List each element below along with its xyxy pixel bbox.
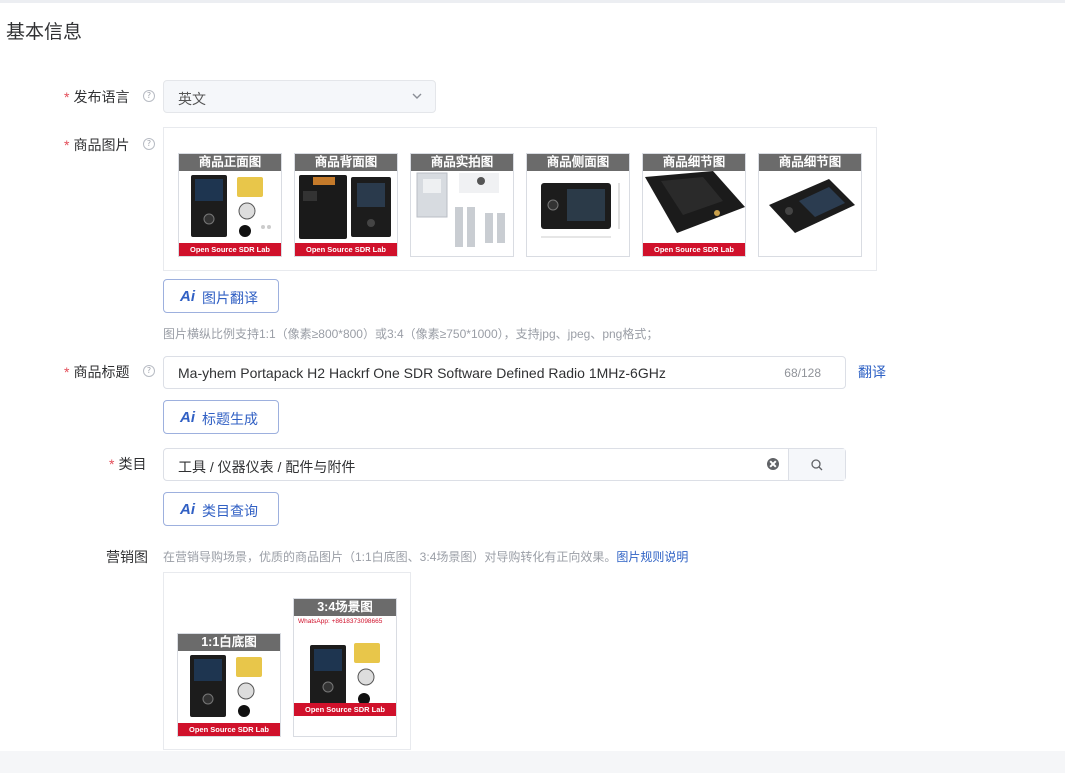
brand-banner-text: Open Source SDR Lab — [653, 245, 734, 254]
images-label: * 商品图片 — [64, 137, 130, 153]
device-photo — [190, 655, 262, 717]
chevron-down-icon — [412, 93, 422, 99]
parts-photo — [416, 172, 505, 247]
brand-banner-text: Open Source SDR Lab — [304, 705, 385, 714]
required-mark: * — [109, 456, 115, 472]
button-label: 标题生成 — [202, 411, 258, 427]
product-image-thumb[interactable]: 商品细节图 — [758, 153, 862, 257]
image-caption: 商品实拍图 — [430, 155, 494, 169]
bottom-divider — [0, 751, 1065, 773]
product-image-gallery: 商品正面图 Open Source SDR Lab 商品背面图 Open Sou… — [163, 127, 877, 271]
brand-banner-text: Open Source SDR Lab — [189, 245, 270, 254]
language-label: * 发布语言 — [64, 89, 130, 105]
category-value: 工具 / 仪器仪表 / 配件与附件 — [178, 459, 356, 475]
section-title: 基本信息 — [6, 22, 83, 43]
product-image-thumb[interactable]: 商品实拍图 — [410, 153, 514, 257]
language-select[interactable]: 英文 — [163, 80, 436, 113]
marketing-image-scene[interactable]: WhatsApp: +8618373098665 3:4场景图 Open Sou… — [293, 598, 397, 737]
image-caption: 商品细节图 — [662, 155, 726, 169]
button-label: 类目查询 — [202, 503, 258, 519]
ai-icon: Ai — [180, 409, 195, 426]
required-mark: * — [64, 137, 70, 153]
image-caption: 商品细节图 — [778, 155, 842, 169]
help-icon[interactable]: ? — [143, 365, 155, 377]
brand-banner-text: Open Source SDR Lab — [305, 245, 386, 254]
ai-icon: Ai — [180, 501, 195, 518]
image-translate-button[interactable]: Ai 图片翻译 — [163, 279, 279, 313]
help-icon[interactable]: ? — [143, 90, 155, 102]
category-query-button[interactable]: Ai 类目查询 — [163, 492, 279, 526]
marketing-label: 营销图 — [106, 549, 148, 565]
category-search-button[interactable] — [788, 449, 845, 480]
top-divider — [0, 0, 1065, 3]
image-caption: 商品侧面图 — [546, 155, 610, 169]
image-caption: 3:4场景图 — [317, 600, 373, 614]
button-label: 图片翻译 — [202, 290, 258, 306]
device-photo — [769, 179, 855, 233]
contact-text: WhatsApp: +8618373098665 — [298, 618, 383, 625]
image-format-hint: 图片横纵比例支持1:1（像素≥800*800）或3:4（像素≥750*1000）… — [163, 327, 659, 341]
marketing-image-white[interactable]: 1:1白底图 Open Source SDR Lab — [177, 633, 281, 737]
title-value: Ma-yhem Portapack H2 Hackrf One SDR Soft… — [178, 365, 666, 381]
language-value: 英文 — [178, 91, 206, 107]
required-mark: * — [64, 364, 70, 380]
device-photo — [191, 175, 271, 237]
marketing-image-gallery: 1:1白底图 Open Source SDR Lab WhatsApp: +86… — [163, 572, 411, 750]
marketing-hint: 在营销导购场景，优质的商品图片（1:1白底图、3:4场景图）对导购转化有正向效果… — [163, 550, 689, 564]
device-photo — [541, 183, 620, 238]
image-caption: 商品背面图 — [314, 155, 378, 169]
clear-icon[interactable] — [767, 458, 779, 470]
title-generate-button[interactable]: Ai 标题生成 — [163, 400, 279, 434]
product-image-thumb[interactable]: 商品背面图 Open Source SDR Lab — [294, 153, 398, 257]
required-mark: * — [64, 89, 70, 105]
category-label: * 类目 — [109, 456, 147, 472]
image-caption: 商品正面图 — [198, 155, 262, 169]
char-counter: 68/128 — [784, 366, 821, 380]
title-input[interactable]: Ma-yhem Portapack H2 Hackrf One SDR Soft… — [163, 356, 846, 389]
ai-icon: Ai — [180, 288, 195, 305]
product-image-thumb[interactable]: 商品细节图 Open Source SDR Lab — [642, 153, 746, 257]
search-icon — [811, 459, 823, 471]
image-rules-link[interactable]: 图片规则说明 — [616, 550, 688, 564]
device-photo — [299, 175, 391, 239]
category-input[interactable]: 工具 / 仪器仪表 / 配件与附件 — [163, 448, 846, 481]
brand-banner-text: Open Source SDR Lab — [188, 725, 269, 734]
device-photo — [645, 171, 745, 233]
help-icon[interactable]: ? — [143, 138, 155, 150]
image-caption: 1:1白底图 — [201, 635, 257, 649]
product-image-thumb[interactable]: 商品正面图 Open Source SDR Lab — [178, 153, 282, 257]
title-label: * 商品标题 — [64, 364, 130, 380]
product-image-thumb[interactable]: 商品侧面图 — [526, 153, 630, 257]
translate-link[interactable]: 翻译 — [858, 362, 886, 382]
